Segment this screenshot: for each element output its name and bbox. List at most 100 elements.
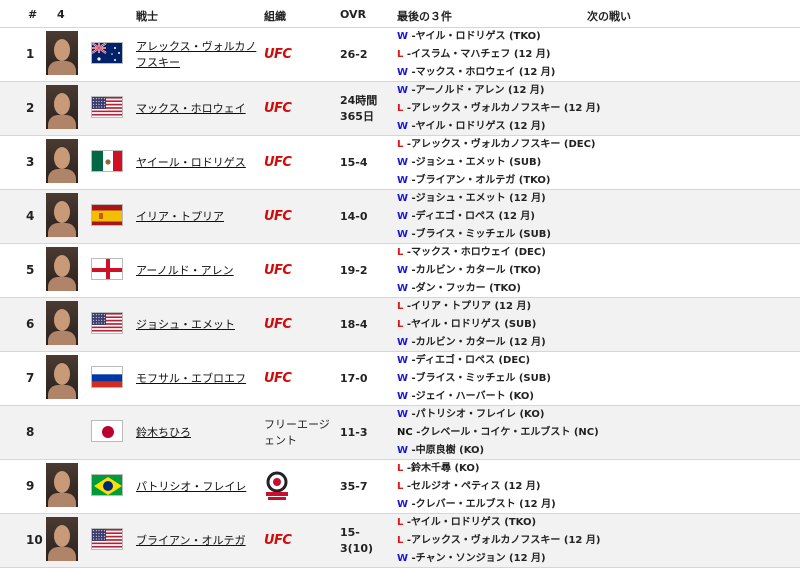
opponent-text: -アレックス・ヴォルカノフスキー (DEC) xyxy=(403,139,596,150)
last-three-fights: L -アレックス・ヴォルカノフスキー (DEC) W -ジョシュ・エメット (SU… xyxy=(397,136,596,190)
opponent-text: -マックス・ホロウェイ (12 月) xyxy=(408,67,556,78)
ufc-logo: UFC xyxy=(264,209,292,224)
result-badge: W xyxy=(397,337,409,348)
table-row: 9 パトリシオ・フレイレ 35-7 L -鈴木千尋 (KO) L -セルジオ・ペティス … xyxy=(0,460,800,514)
last-three-fights: L -ヤイル・ロドリゲス (TKO) L -アレックス・ヴォルカノフスキー (12… xyxy=(397,514,600,568)
fighter-photo[interactable] xyxy=(46,31,78,75)
opponent-text: -カルビン・カタール (12 月) xyxy=(408,337,546,348)
last-three-fights: W -アーノルド・アレン (12 月) L -アレックス・ヴォルカノフスキー (1… xyxy=(397,82,600,136)
ovr-record: 17-0 xyxy=(340,371,368,385)
header-next: 次の戦い xyxy=(587,10,631,23)
organization: UFC xyxy=(264,514,344,567)
ufc-logo: UFC xyxy=(264,155,292,170)
fighter-name-link[interactable]: アレックス・ヴォルカノフスキー xyxy=(136,28,266,81)
fight-result: W -カルビン・カタール (TKO) xyxy=(397,262,546,280)
opponent-text: -ディエゴ・ロペス (DEC) xyxy=(408,355,531,366)
result-badge: W xyxy=(397,157,409,168)
fighter-name-link[interactable]: 鈴木ちひろ xyxy=(136,406,266,459)
fighter-photo[interactable] xyxy=(46,463,78,507)
fighter-name-link[interactable]: マックス・ホロウェイ xyxy=(136,82,266,135)
organization: UFC xyxy=(264,352,344,405)
fighter-name-link[interactable]: モフサル・エブロエフ xyxy=(136,352,266,405)
opponent-text: -ジェイ・ハーバート (KO) xyxy=(408,391,535,402)
fighter-name-link[interactable]: ブライアン・オルテガ xyxy=(136,514,266,567)
opponent-text: -セルジオ・ペティス (12 月) xyxy=(403,481,541,492)
spain-flag-icon xyxy=(91,204,123,226)
table-row: 6 ジョシュ・エメット UFC 18-4 L -イリア・トプリア (12 月) L -ヤイ… xyxy=(0,298,800,352)
england-flag-icon xyxy=(91,258,123,280)
fight-result: L -ヤイル・ロドリゲス (TKO) xyxy=(397,514,600,532)
result-badge: W xyxy=(397,67,409,78)
fighter-name-link[interactable]: ヤイール・ロドリゲス xyxy=(136,136,266,189)
fight-result: W -ジョシュ・エメット (12 月) xyxy=(397,190,551,208)
fight-result: W -パトリシオ・フレイレ (KO) xyxy=(397,406,599,424)
opponent-text: -クレベール・コイケ・エルブスト (NC) xyxy=(412,427,599,438)
table-header: # 4 戦士 組織 OVR 最後の３件 次の戦い xyxy=(0,0,800,28)
rank-number: 7 xyxy=(26,371,35,385)
last-three-fights: W -パトリシオ・フレイレ (KO) NC -クレベール・コイケ・エルブスト (N… xyxy=(397,406,599,460)
fight-result: W -ヤイル・ロドリゲス (TKO) xyxy=(397,28,555,46)
fight-result: L -アレックス・ヴォルカノフスキー (12 月) xyxy=(397,100,600,118)
fighter-photo[interactable] xyxy=(46,139,78,183)
fighter-name-link[interactable]: アーノルド・アレン xyxy=(136,244,266,297)
fighter-photo[interactable] xyxy=(46,193,78,237)
organization: UFC xyxy=(264,190,344,243)
fight-result: W -クレバー・エルブスト (12 月) xyxy=(397,496,556,514)
fight-result: W -ディエゴ・ロペス (DEC) xyxy=(397,352,551,370)
opponent-text: -クレバー・エルブスト (12 月) xyxy=(408,499,556,510)
bellator-logo-icon xyxy=(264,470,290,504)
result-badge: W xyxy=(397,193,409,204)
fighter-photo[interactable] xyxy=(46,355,78,399)
opponent-text: -カルビン・カタール (TKO) xyxy=(408,265,541,276)
fight-result: W -ヤイル・ロドリゲス (12 月) xyxy=(397,118,600,136)
fight-result: W -ディエゴ・ロペス (12 月) xyxy=(397,208,551,226)
last-three-fights: W -ジョシュ・エメット (12 月) W -ディエゴ・ロペス (12 月) W -… xyxy=(397,190,551,244)
table-row: 3 ヤイール・ロドリゲス UFC 15-4 L -アレックス・ヴォルカノフスキー (DE… xyxy=(0,136,800,190)
ufc-logo: UFC xyxy=(264,533,292,548)
fight-result: L -ヤイル・ロドリゲス (SUB) xyxy=(397,316,546,334)
ovr-record: 18-4 xyxy=(340,317,368,331)
ufc-logo: UFC xyxy=(264,101,292,116)
fighter-photo[interactable] xyxy=(46,247,78,291)
ufc-logo: UFC xyxy=(264,47,292,62)
organization: UFC xyxy=(264,82,344,135)
fight-result: W -アーノルド・アレン (12 月) xyxy=(397,82,600,100)
rank-number: 10 xyxy=(26,533,43,547)
result-badge: W xyxy=(397,31,409,42)
opponent-text: -ジョシュ・エメット (12 月) xyxy=(408,193,546,204)
fight-result: W -ダン・フッカー (TKO) xyxy=(397,280,546,298)
opponent-text: -ダン・フッカー (TKO) xyxy=(408,283,521,294)
table-row: 8 鈴木ちひろ フリーエージェント 11-3 W -パトリシオ・フレイレ (KO) NC … xyxy=(0,406,800,460)
fighter-photo[interactable] xyxy=(46,301,78,345)
ovr-record: 24時間365日 xyxy=(340,93,378,123)
last-three-fights: W -ディエゴ・ロペス (DEC) W -ブライス・ミッチェル (SUB) W -ジ… xyxy=(397,352,551,406)
organization: UFC xyxy=(264,244,344,297)
opponent-text: -アレックス・ヴォルカノフスキー (12 月) xyxy=(403,103,601,114)
fight-result: W -ブライス・ミッチェル (SUB) xyxy=(397,226,551,244)
opponent-text: -アレックス・ヴォルカノフスキー (12 月) xyxy=(403,535,601,546)
fight-result: L -イスラム・マハチェフ (12 月) xyxy=(397,46,555,64)
opponent-text: -ヤイル・ロドリゲス (TKO) xyxy=(403,517,537,528)
rankings-table: 1 アレックス・ヴォルカノフスキー UFC 26-2 W -ヤイル・ロドリゲス (TKO… xyxy=(0,28,800,568)
header-last3: 最後の３件 xyxy=(397,10,452,23)
fighter-name-link[interactable]: パトリシオ・フレイレ xyxy=(136,460,266,513)
opponent-text: -チャン・ソンジョン (12 月) xyxy=(408,553,546,564)
opponent-text: -ディエゴ・ロペス (12 月) xyxy=(408,211,535,222)
fighter-photo[interactable] xyxy=(46,85,78,129)
header-rank: # xyxy=(28,8,38,21)
table-row: 4 イリア・トプリア UFC 14-0 W -ジョシュ・エメット (12 月) W -ディ… xyxy=(0,190,800,244)
ovr-record: 19-2 xyxy=(340,263,368,277)
fighter-name-link[interactable]: イリア・トプリア xyxy=(136,190,266,243)
fight-result: W -カルビン・カタール (12 月) xyxy=(397,334,546,352)
table-row: 5 アーノルド・アレン UFC 19-2 L -マックス・ホロウェイ (DEC) W -カ… xyxy=(0,244,800,298)
opponent-text: -アーノルド・アレン (12 月) xyxy=(408,85,545,96)
fight-result: W -ブライス・ミッチェル (SUB) xyxy=(397,370,551,388)
fight-result: W -マックス・ホロウェイ (12 月) xyxy=(397,64,555,82)
ufc-logo: UFC xyxy=(264,317,292,332)
organization-text: フリーエージェント xyxy=(264,417,330,447)
fighter-photo[interactable] xyxy=(46,517,78,561)
fight-result: L -アレックス・ヴォルカノフスキー (DEC) xyxy=(397,136,596,154)
opponent-text: -ヤイル・ロドリゲス (SUB) xyxy=(403,319,537,330)
fighter-name-link[interactable]: ジョシュ・エメット xyxy=(136,298,266,351)
rank-number: 1 xyxy=(26,47,35,61)
